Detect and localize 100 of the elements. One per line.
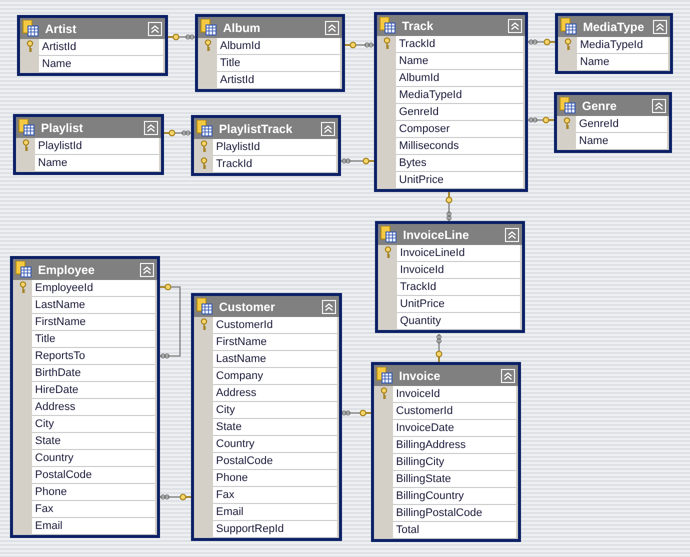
collapse-icon[interactable] [148, 22, 162, 36]
table-icon [15, 261, 32, 278]
table-icon [22, 20, 39, 37]
column-name[interactable]: PlaylistId [35, 138, 159, 155]
column-name[interactable]: Name [39, 56, 163, 73]
column-name[interactable]: FirstName [32, 314, 155, 331]
collapse-icon[interactable] [505, 228, 519, 242]
column-name[interactable]: Phone [32, 484, 155, 501]
column-name[interactable]: State [213, 419, 337, 436]
collapse-icon[interactable] [322, 300, 336, 314]
collapse-icon[interactable] [653, 20, 667, 34]
table-title: Customer [219, 298, 276, 316]
table-title: MediaType [583, 18, 646, 36]
column-name[interactable]: Country [213, 436, 337, 453]
column-name[interactable]: Phone [213, 470, 337, 487]
table-card[interactable]: Invoice InvoiceId CustomerId InvoiceDate BillingAddress BillingCity BillingState BillingCountry BillingPostalCode Total [371, 362, 521, 542]
column-name[interactable]: BillingCountry [393, 488, 516, 505]
table-icon [376, 367, 393, 384]
column-name[interactable]: ArtistId [217, 72, 340, 89]
table-title: Genre [582, 98, 618, 114]
column-name[interactable]: InvoiceId [393, 386, 516, 403]
column-name[interactable]: PlaylistId [213, 139, 336, 156]
column-name[interactable]: InvoiceDate [393, 420, 516, 437]
column-name[interactable]: Country [32, 450, 155, 467]
column-name[interactable]: Name [576, 133, 667, 150]
column-name[interactable]: MediaTypeId [577, 37, 668, 54]
column-name[interactable]: BillingCity [393, 454, 516, 471]
table-title: Artist [45, 20, 78, 38]
column-name[interactable]: City [32, 416, 155, 433]
column-name[interactable]: PostalCode [213, 453, 337, 470]
table-card[interactable]: Customer CustomerId FirstName LastName Company Address City State Country PostalCode Phone Fax Email SupportRepId [191, 293, 342, 541]
column-name[interactable]: BirthDate [32, 365, 155, 382]
column-name[interactable]: Total [393, 522, 516, 539]
column-name[interactable]: Fax [213, 487, 337, 504]
column-name[interactable]: Title [217, 55, 340, 72]
column-name[interactable]: Fax [32, 501, 155, 518]
table-card[interactable]: Album AlbumId Title ArtistId [195, 14, 345, 92]
table-card[interactable]: Genre GenreId Name [554, 92, 672, 153]
column-name[interactable]: UnitPrice [396, 172, 523, 189]
table-card[interactable]: Track TrackId Name AlbumId MediaTypeId GenreId Composer Milliseconds Bytes UnitPrice [374, 12, 528, 192]
table-icon [380, 226, 397, 243]
column-name[interactable]: City [213, 402, 337, 419]
collapse-icon[interactable] [321, 122, 335, 136]
table-card[interactable]: MediaType MediaTypeId Name [555, 13, 673, 74]
column-name[interactable]: Email [32, 518, 155, 535]
collapse-icon[interactable] [140, 262, 154, 276]
column-name[interactable]: Quantity [397, 313, 520, 330]
relationship-connector[interactable] [341, 410, 371, 416]
collapse-icon[interactable] [144, 120, 158, 134]
table-icon [196, 298, 213, 315]
column-name[interactable]: LastName [213, 351, 337, 368]
column-name[interactable]: TrackId [213, 156, 336, 173]
column-name[interactable]: GenreId [396, 104, 523, 121]
column-name[interactable]: Name [396, 53, 523, 70]
column-name[interactable]: Milliseconds [396, 138, 523, 155]
table-icon [559, 97, 576, 114]
column-name[interactable]: Name [577, 54, 668, 71]
column-name[interactable]: State [32, 433, 155, 450]
column-name[interactable]: Title [32, 331, 155, 348]
column-name[interactable]: Email [213, 504, 337, 521]
table-title: Album [223, 20, 262, 36]
column-name[interactable]: TrackId [396, 36, 523, 53]
column-name[interactable]: CustomerId [393, 403, 516, 420]
column-name[interactable]: FirstName [213, 334, 337, 351]
column-name[interactable]: Bytes [396, 155, 523, 172]
table-card[interactable]: PlaylistTrack PlaylistId TrackId [191, 115, 341, 176]
column-name[interactable]: SupportRepId [213, 521, 337, 538]
column-name[interactable]: Company [213, 368, 337, 385]
column-name[interactable]: ArtistId [39, 39, 163, 56]
column-name[interactable]: InvoiceId [397, 262, 520, 279]
column-name[interactable]: HireDate [32, 382, 155, 399]
column-name[interactable]: Address [32, 399, 155, 416]
column-name[interactable]: BillingAddress [393, 437, 516, 454]
column-name[interactable]: GenreId [576, 116, 667, 133]
column-name[interactable]: InvoiceLineId [397, 245, 520, 262]
collapse-icon[interactable] [508, 18, 522, 32]
column-name[interactable]: BillingState [393, 471, 516, 488]
column-name[interactable]: TrackId [397, 279, 520, 296]
column-name[interactable]: BillingPostalCode [393, 505, 516, 522]
table-card[interactable]: Artist ArtistId Name [17, 15, 168, 76]
column-name[interactable]: AlbumId [217, 38, 340, 55]
table-title: Playlist [41, 120, 84, 136]
table-title: Invoice [399, 368, 442, 384]
column-name[interactable]: EmployeeId [32, 280, 155, 297]
column-name[interactable]: LastName [32, 297, 155, 314]
table-card[interactable]: Employee EmployeeId LastName FirstName Title ReportsTo BirthDate HireDate Address City State Country PostalCode Phone Fax Email [10, 256, 160, 538]
column-name[interactable]: Name [35, 155, 159, 172]
column-name[interactable]: Composer [396, 121, 523, 138]
column-name[interactable]: UnitPrice [397, 296, 520, 313]
table-card[interactable]: Playlist PlaylistId Name [13, 114, 164, 175]
column-name[interactable]: PostalCode [32, 467, 155, 484]
table-card[interactable]: InvoiceLine InvoiceLineId InvoiceId TrackId UnitPrice Quantity [375, 221, 525, 333]
column-name[interactable]: MediaTypeId [396, 87, 523, 104]
column-name[interactable]: ReportsTo [32, 348, 155, 365]
column-name[interactable]: AlbumId [396, 70, 523, 87]
column-name[interactable]: Address [213, 385, 337, 402]
collapse-icon[interactable] [501, 368, 515, 382]
collapse-icon[interactable] [325, 20, 339, 34]
collapse-icon[interactable] [652, 98, 666, 112]
column-name[interactable]: CustomerId [213, 317, 337, 334]
